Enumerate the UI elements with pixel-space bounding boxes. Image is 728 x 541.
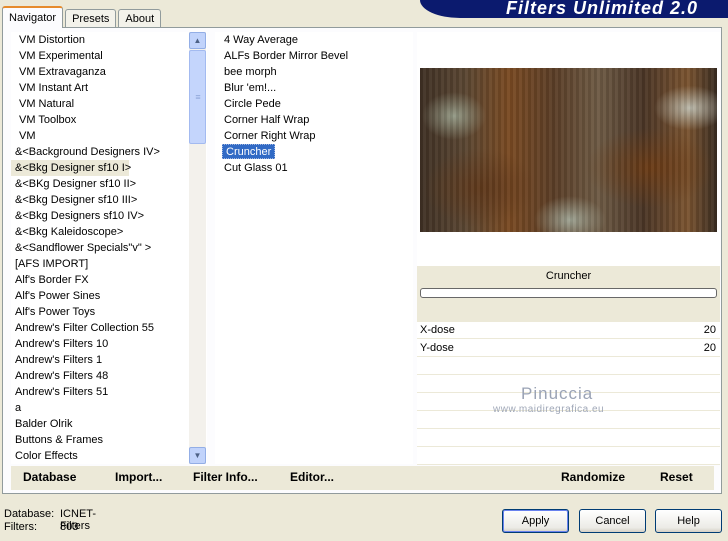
filter-list[interactable]: 4 Way Average ALFs Border Mirror Bevel bee… xyxy=(215,32,413,464)
filter-item[interactable]: 4 Way Average xyxy=(215,32,413,48)
param-row-empty xyxy=(417,358,720,375)
scroll-up-button[interactable]: ▲ xyxy=(189,32,206,49)
category-item[interactable]: VM Natural xyxy=(11,96,207,112)
category-item[interactable]: &<Background Designers IV> xyxy=(11,144,207,160)
progress-bar xyxy=(420,288,717,298)
apply-button[interactable]: Apply xyxy=(502,509,569,533)
category-item[interactable]: &<Bkg Designers sf10 IV> xyxy=(11,208,207,224)
category-item[interactable]: Alf's Border FX xyxy=(11,272,207,288)
category-item[interactable]: &<Bkg Designer sf10 I> xyxy=(11,160,131,176)
database-button[interactable]: Database xyxy=(23,470,76,484)
tab-presets[interactable]: Presets xyxy=(65,9,117,28)
grip-icon: ≡ xyxy=(195,92,200,102)
filter-item-label-selected: Cruncher xyxy=(222,144,276,159)
category-item[interactable]: [AFS IMPORT] xyxy=(11,256,207,272)
category-item[interactable]: &<Bkg Designer sf10 III> xyxy=(11,192,207,208)
filter-item[interactable]: Circle Pede xyxy=(215,96,413,112)
randomize-button[interactable]: Randomize xyxy=(561,470,625,484)
filter-info-button[interactable]: Filter Info... xyxy=(193,470,258,484)
filter-name-area: Cruncher xyxy=(417,266,720,322)
status-label: Database: xyxy=(4,508,55,520)
category-item[interactable]: Buttons & Frames xyxy=(11,432,207,448)
param-row-x-dose[interactable]: X-dose 20 xyxy=(417,322,720,339)
filter-name-label: Cruncher xyxy=(545,270,592,282)
filter-item[interactable]: bee morph xyxy=(215,64,413,80)
preview-panel: Cruncher X-dose 20 Y-dose 20 Pinuccia ww… xyxy=(417,32,720,465)
filter-item[interactable]: Cut Glass 01 xyxy=(215,160,413,176)
category-item[interactable]: Alf's Power Sines xyxy=(11,288,207,304)
watermark-url: www.maidiregrafica.eu xyxy=(493,404,605,415)
banner-title: Filters Unlimited 2.0 xyxy=(505,0,698,18)
category-item[interactable]: VM xyxy=(11,128,207,144)
category-item[interactable]: Alf's Power Toys xyxy=(11,304,207,320)
filter-item[interactable]: Cruncher xyxy=(215,144,413,160)
tab-about[interactable]: About xyxy=(118,9,162,28)
filter-item[interactable]: Blur 'em!... xyxy=(215,80,413,96)
watermark-name: Pinuccia xyxy=(521,384,594,403)
import-button[interactable]: Import... xyxy=(115,470,162,484)
cancel-button[interactable]: Cancel xyxy=(579,509,646,533)
status-database: Database: ICNET-Filters xyxy=(4,508,96,532)
editor-button[interactable]: Editor... xyxy=(290,470,334,484)
filter-item[interactable]: ALFs Border Mirror Bevel xyxy=(215,48,413,64)
category-item[interactable]: VM Experimental xyxy=(11,48,207,64)
category-item[interactable]: Andrew's Filter Collection 55 xyxy=(11,320,207,336)
scroll-down-button[interactable]: ▼ xyxy=(189,447,206,464)
category-item[interactable]: Balder Olrik xyxy=(11,416,207,432)
filter-item[interactable]: Corner Right Wrap xyxy=(215,128,413,144)
category-item[interactable]: VM Extravaganza xyxy=(11,64,207,80)
category-item[interactable]: Andrew's Filters 51 xyxy=(11,384,207,400)
status-filters: Filters: 803 xyxy=(4,521,78,533)
chevron-down-icon: ▼ xyxy=(193,451,202,460)
param-label: Y-dose xyxy=(420,342,454,354)
filter-item[interactable]: Corner Half Wrap xyxy=(215,112,413,128)
param-row-empty xyxy=(417,448,720,465)
param-value: 20 xyxy=(703,324,716,336)
category-item[interactable]: VM Instant Art xyxy=(11,80,207,96)
param-value: 20 xyxy=(703,342,716,354)
category-item[interactable]: Andrew's Filters 1 xyxy=(11,352,207,368)
category-item[interactable]: a xyxy=(11,400,207,416)
title-banner: Filters Unlimited 2.0 xyxy=(420,0,728,18)
status-label: Filters: xyxy=(4,521,37,533)
category-item[interactable]: Color Effects xyxy=(11,448,207,464)
reset-button[interactable]: Reset xyxy=(660,470,693,484)
navigator-panel: VM Distortion VM Experimental VM Extravaga… xyxy=(2,27,722,494)
param-row-empty xyxy=(417,430,720,447)
scroll-thumb[interactable]: ≡ xyxy=(189,50,206,144)
preview-image xyxy=(420,68,717,232)
tab-navigator[interactable]: Navigator xyxy=(2,6,64,28)
action-bar: Database Import... Filter Info... Editor… xyxy=(11,466,714,490)
category-list[interactable]: VM Distortion VM Experimental VM Extravaga… xyxy=(11,32,207,464)
category-item[interactable]: &<BKg Designer sf10 II> xyxy=(11,176,207,192)
param-row-y-dose[interactable]: Y-dose 20 xyxy=(417,340,720,357)
category-item[interactable]: VM Toolbox xyxy=(11,112,207,128)
category-item[interactable]: Andrew's Filters 10 xyxy=(11,336,207,352)
category-item[interactable]: &<Sandflower Specials"v" > xyxy=(11,240,207,256)
category-item[interactable]: Andrew's Filters 48 xyxy=(11,368,207,384)
chevron-up-icon: ▲ xyxy=(193,36,202,45)
status-value: 803 xyxy=(60,521,79,533)
category-scrollbar[interactable]: ▲ ≡ ▼ xyxy=(189,32,206,464)
help-button[interactable]: Help xyxy=(655,509,722,533)
category-item[interactable]: &<Bkg Kaleidoscope> xyxy=(11,224,207,240)
param-label: X-dose xyxy=(420,324,455,336)
tab-strip: Navigator Presets About xyxy=(2,6,163,28)
category-item[interactable]: VM Distortion xyxy=(11,32,207,48)
